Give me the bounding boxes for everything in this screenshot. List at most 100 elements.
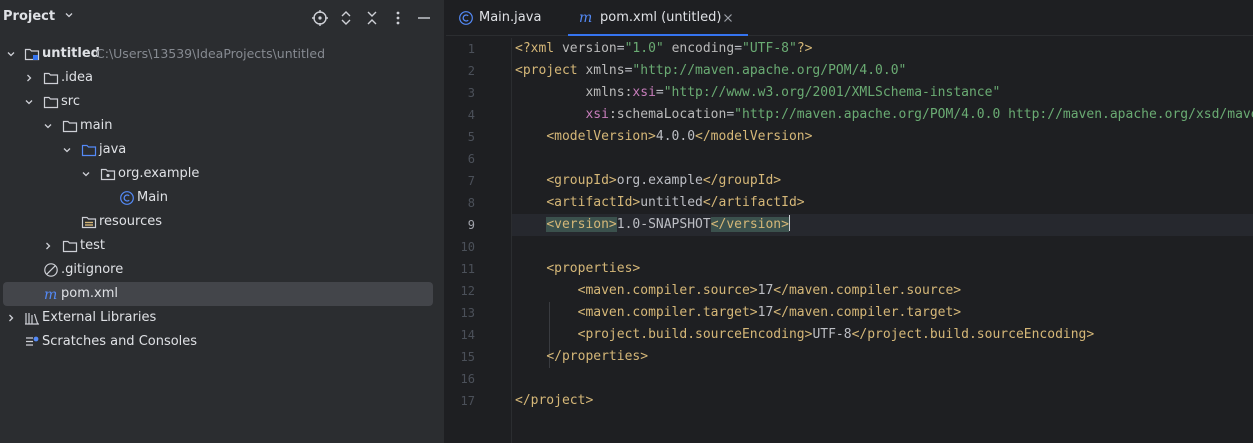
code-editor[interactable]: <?xml version="1.0" encoding="UTF-8"?> <… [512, 38, 1253, 443]
tree-item-label: pom.xml [61, 286, 118, 301]
code-line-12: <maven.compiler.source>17</maven.compile… [577, 283, 962, 298]
tree-item-pom-xml[interactable]: m pom.xml [3, 282, 433, 306]
line-number: 14 [460, 328, 475, 342]
code-line-11: <properties> [546, 261, 641, 276]
tree-item-label: java [99, 142, 127, 157]
more-icon[interactable] [389, 9, 407, 27]
line-number: 11 [460, 262, 475, 276]
chevron-down-icon [64, 9, 74, 24]
code-line-1: <?xml version="1.0" encoding="UTF-8"?> [515, 41, 813, 56]
chevron-right-icon[interactable] [6, 306, 18, 330]
tree-item-label: .gitignore [61, 262, 124, 277]
tab-label: pom.xml (untitled) [600, 10, 722, 25]
libraries-icon [24, 306, 40, 330]
project-view-selector[interactable]: Project [3, 9, 74, 24]
tree-item-gitignore[interactable]: .gitignore [0, 258, 445, 282]
chevron-down-icon[interactable] [43, 114, 55, 138]
line-number: 2 [467, 64, 475, 78]
tree-item-main-class[interactable]: Main [0, 186, 445, 210]
code-line-7: <groupId>org.example</groupId> [546, 173, 782, 188]
maven-icon: m [578, 9, 594, 29]
project-path: C:\Users\13539\IdeaProjects\untitled [96, 46, 326, 61]
chevron-down-icon[interactable] [62, 138, 74, 162]
folder-icon [62, 234, 78, 258]
project-title-label: Project [3, 9, 56, 24]
tree-item-label: .idea [61, 70, 93, 85]
hide-icon[interactable] [415, 9, 433, 27]
line-number: 15 [460, 350, 475, 364]
tree-item-scratches[interactable]: Scratches and Consoles [0, 330, 445, 354]
tab-label: Main.java [479, 10, 542, 25]
line-number: 8 [467, 196, 475, 210]
tree-item-external-libraries[interactable]: External Libraries [0, 306, 445, 330]
line-number: 12 [460, 284, 475, 298]
folder-icon [62, 114, 78, 138]
scratches-icon [24, 330, 40, 354]
project-header: Project [0, 0, 445, 36]
tree-item-label: Main [137, 190, 169, 205]
tree-item-src[interactable]: src [0, 90, 445, 114]
svg-text:m: m [44, 287, 57, 302]
code-line-5: <modelVersion>4.0.0</modelVersion> [546, 129, 813, 144]
tab-main-java[interactable]: Main.java [446, 0, 558, 36]
line-number: 6 [467, 152, 475, 166]
tree-item-idea[interactable]: .idea [0, 66, 445, 90]
tab-pom-xml[interactable]: m pom.xml (untitled) [568, 0, 748, 36]
chevron-right-icon[interactable] [24, 66, 36, 90]
code-line-15: </properties> [546, 349, 649, 364]
close-icon[interactable] [723, 12, 733, 27]
tree-item-label: External Libraries [42, 310, 157, 325]
chevron-down-icon[interactable] [24, 90, 36, 114]
line-number-current: 9 [467, 218, 475, 232]
text-caret [788, 215, 790, 231]
matched-tag-close: </version> [710, 217, 789, 232]
matched-tag-open: <version> [546, 217, 617, 232]
module-folder-icon [24, 42, 40, 66]
tree-item-test[interactable]: test [0, 234, 445, 258]
project-tree: untitled C:\Users\13539\IdeaProjects\unt… [0, 42, 445, 354]
line-number: 1 [467, 42, 475, 56]
tree-item-java[interactable]: java [0, 138, 445, 162]
editor-area: Main.java m pom.xml (untitled) 1 2 3 4 5… [446, 0, 1253, 443]
folder-icon [43, 66, 59, 90]
line-number: 13 [460, 306, 475, 320]
code-line-2: <project xmlns="http://maven.apache.org/… [515, 63, 907, 78]
locate-icon[interactable] [311, 9, 329, 27]
chevron-down-icon[interactable] [6, 42, 18, 66]
tree-item-label: untitled [42, 46, 100, 61]
source-folder-icon [81, 138, 97, 162]
tree-item-main[interactable]: main [0, 114, 445, 138]
expand-collapse-icon[interactable] [337, 9, 355, 27]
folder-icon [43, 90, 59, 114]
tree-item-org-example[interactable]: org.example [0, 162, 445, 186]
code-line-4: xsi:schemaLocation="http://maven.apache.… [585, 107, 1253, 122]
collapse-all-icon[interactable] [363, 9, 381, 27]
code-line-14: <project.build.sourceEncoding>UTF-8</pro… [577, 327, 1095, 342]
tree-item-resources[interactable]: resources [0, 210, 445, 234]
line-number: 4 [467, 108, 475, 122]
tree-item-label: main [80, 118, 113, 133]
chevron-right-icon[interactable] [43, 234, 55, 258]
code-line-9: <version>1.0-SNAPSHOT</version> [546, 215, 790, 232]
package-icon [100, 162, 116, 186]
tree-item-untitled[interactable]: untitled C:\Users\13539\IdeaProjects\unt… [0, 42, 445, 66]
tree-item-label: org.example [118, 166, 200, 181]
code-line-3: xmlns:xsi="http://www.w3.org/2001/XMLSch… [585, 85, 1001, 100]
java-class-icon [458, 10, 474, 30]
line-number: 7 [467, 174, 475, 188]
tree-item-label: resources [99, 214, 163, 229]
project-tool-window: Project untitled C:\Users\13539\IdeaProj… [0, 0, 445, 443]
tree-item-label: src [61, 94, 80, 109]
code-line-13: <maven.compiler.target>17</maven.compile… [577, 305, 962, 320]
java-class-icon [119, 186, 135, 210]
line-number: 16 [460, 372, 475, 386]
line-number: 5 [467, 130, 475, 144]
tree-item-label: Scratches and Consoles [42, 334, 198, 349]
line-number-gutter: 1 2 3 4 5 6 7 8 9 10 11 12 13 14 15 16 1… [446, 38, 512, 443]
line-number: 3 [467, 86, 475, 100]
chevron-down-icon[interactable] [81, 162, 93, 186]
tree-item-label: test [80, 238, 105, 253]
code-line-8: <artifactId>untitled</artifactId> [546, 195, 805, 210]
ignore-file-icon [43, 258, 59, 282]
line-number: 10 [460, 240, 475, 254]
